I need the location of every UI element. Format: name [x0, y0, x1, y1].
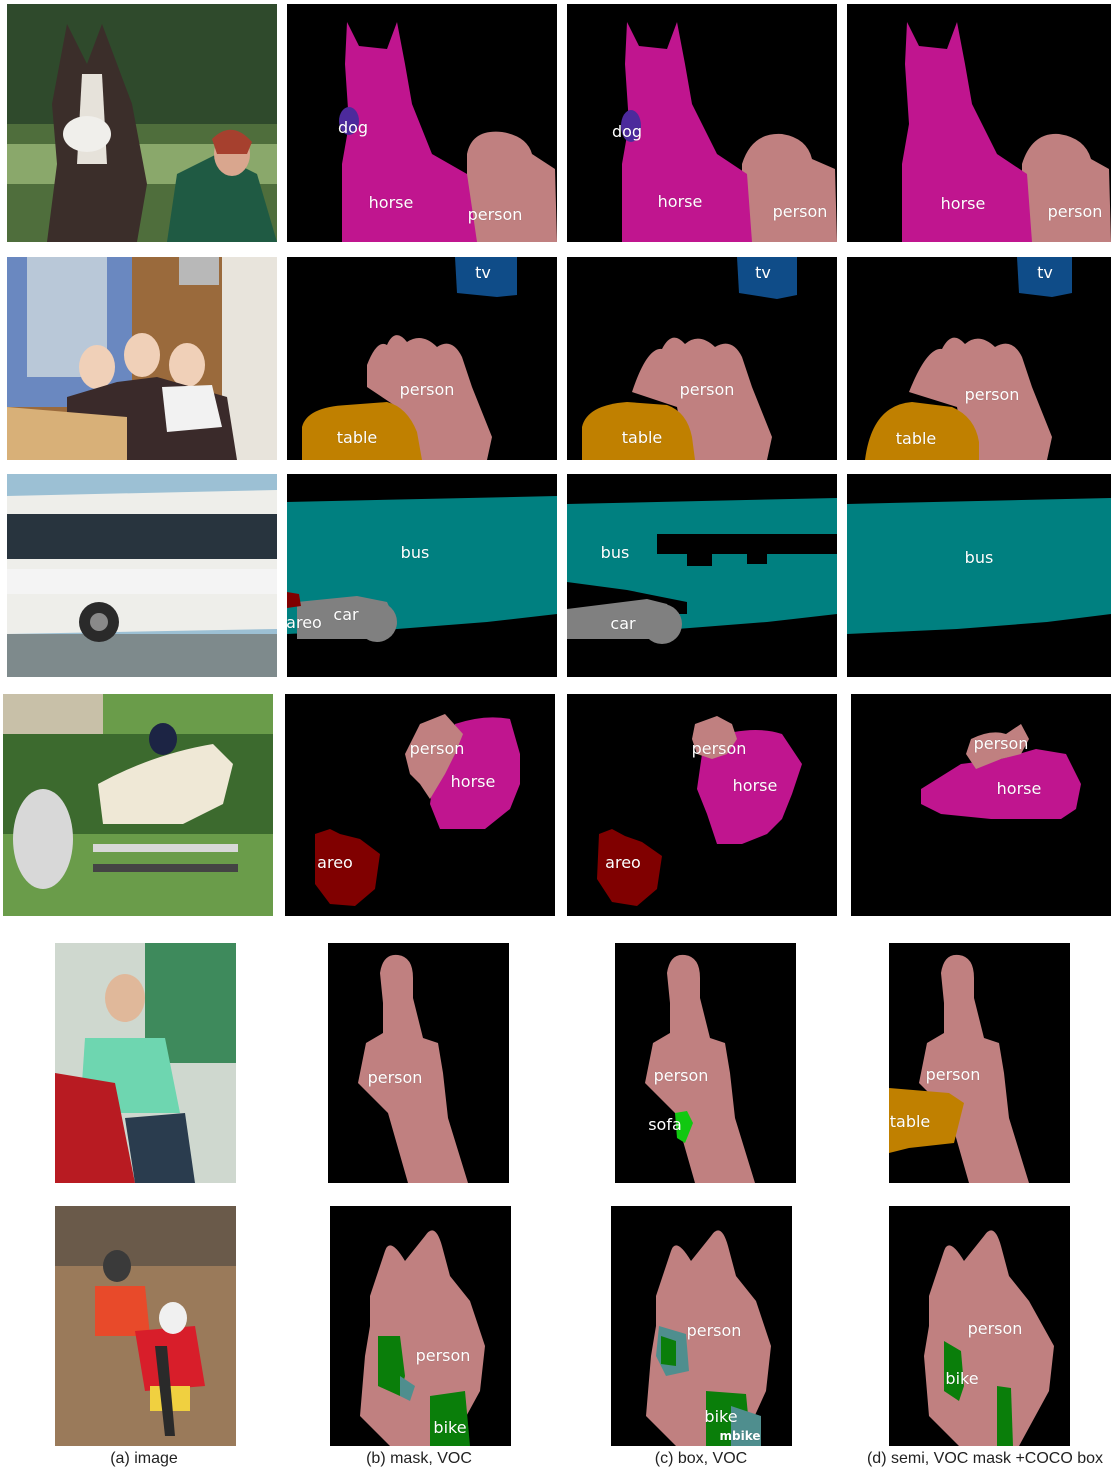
caption-semi-voc-coco: (d) semi, VOC mask +COCO box — [866, 1450, 1104, 1467]
seg-label-tv: tv — [1037, 263, 1053, 282]
input-image-5 — [55, 943, 236, 1183]
seg-label-person: person — [691, 739, 747, 758]
seg-label-bus: bus — [964, 548, 994, 567]
seg-label-table: table — [621, 428, 663, 447]
box-voc-3: bus car — [567, 474, 837, 677]
mask-voc-5: person — [328, 943, 509, 1183]
box-voc-4: person horse areo — [567, 694, 837, 916]
seg-label-person: person — [409, 739, 465, 758]
semi-voc-coco-4: person horse — [851, 694, 1111, 916]
seg-label-tv: tv — [755, 263, 771, 282]
semi-voc-coco-6: person bike — [889, 1206, 1070, 1446]
seg-label-areo: areo — [605, 853, 641, 872]
seg-label-areo: areo — [317, 853, 353, 872]
mask-voc-3: bus areo car — [287, 474, 557, 677]
seg-label-person: person — [415, 1346, 471, 1365]
input-image-1 — [7, 4, 277, 242]
seg-label-person: person — [1047, 202, 1103, 221]
seg-label-table: table — [895, 429, 937, 448]
seg-label-mbike: mbike — [719, 1429, 761, 1443]
box-voc-5: person sofa — [615, 943, 796, 1183]
seg-label-bus: bus — [400, 543, 430, 562]
seg-label-dog: dog — [611, 122, 643, 141]
seg-label-bike: bike — [433, 1418, 467, 1437]
mask-voc-4: person horse areo — [285, 694, 555, 916]
box-voc-1: dog horse person — [567, 4, 837, 242]
seg-label-horse: horse — [732, 776, 778, 795]
seg-label-car: car — [333, 605, 359, 624]
input-image-6 — [55, 1206, 236, 1446]
seg-label-person: person — [973, 734, 1029, 753]
seg-label-horse: horse — [450, 772, 496, 791]
seg-label-sofa: sofa — [648, 1115, 682, 1134]
seg-label-horse: horse — [940, 194, 986, 213]
mask-voc-1: dog horse person — [287, 4, 557, 242]
seg-label-person: person — [399, 380, 455, 399]
input-image-4 — [3, 694, 273, 916]
seg-label-horse: horse — [368, 193, 414, 212]
seg-label-dog: dog — [337, 118, 369, 137]
seg-label-bike: bike — [704, 1407, 738, 1426]
seg-label-person: person — [467, 205, 523, 224]
seg-label-person: person — [653, 1066, 709, 1085]
seg-label-person: person — [964, 385, 1020, 404]
seg-label-person: person — [925, 1065, 981, 1084]
seg-label-tv: tv — [475, 263, 491, 282]
semi-voc-coco-3: bus — [847, 474, 1111, 677]
semi-voc-coco-5: person table — [889, 943, 1070, 1183]
seg-label-table: table — [336, 428, 378, 447]
seg-label-bike: bike — [945, 1369, 979, 1388]
seg-label-horse: horse — [996, 779, 1042, 798]
caption-image: (a) image — [110, 1450, 178, 1467]
seg-label-car: car — [610, 614, 636, 633]
seg-label-bus: bus — [600, 543, 630, 562]
seg-label-person: person — [686, 1321, 742, 1340]
input-image-3 — [7, 474, 277, 677]
semi-voc-coco-2: tv person table — [847, 257, 1111, 460]
caption-box-voc: (c) box, VOC — [654, 1450, 748, 1467]
box-voc-2: tv person table — [567, 257, 837, 460]
semi-voc-coco-1: horse person — [847, 4, 1111, 242]
seg-label-person: person — [367, 1068, 423, 1087]
seg-label-areo: areo — [287, 613, 322, 632]
box-voc-6: person bike mbike — [611, 1206, 792, 1446]
seg-label-horse: horse — [657, 192, 703, 211]
mask-voc-6: person bike — [330, 1206, 511, 1446]
seg-label-person: person — [772, 202, 828, 221]
input-image-2 — [7, 257, 277, 460]
seg-label-person: person — [967, 1319, 1023, 1338]
seg-label-table: table — [889, 1112, 931, 1131]
seg-label-person: person — [679, 380, 735, 399]
caption-mask-voc: (b) mask, VOC — [366, 1450, 472, 1467]
mask-voc-2: tv person table — [287, 257, 557, 460]
